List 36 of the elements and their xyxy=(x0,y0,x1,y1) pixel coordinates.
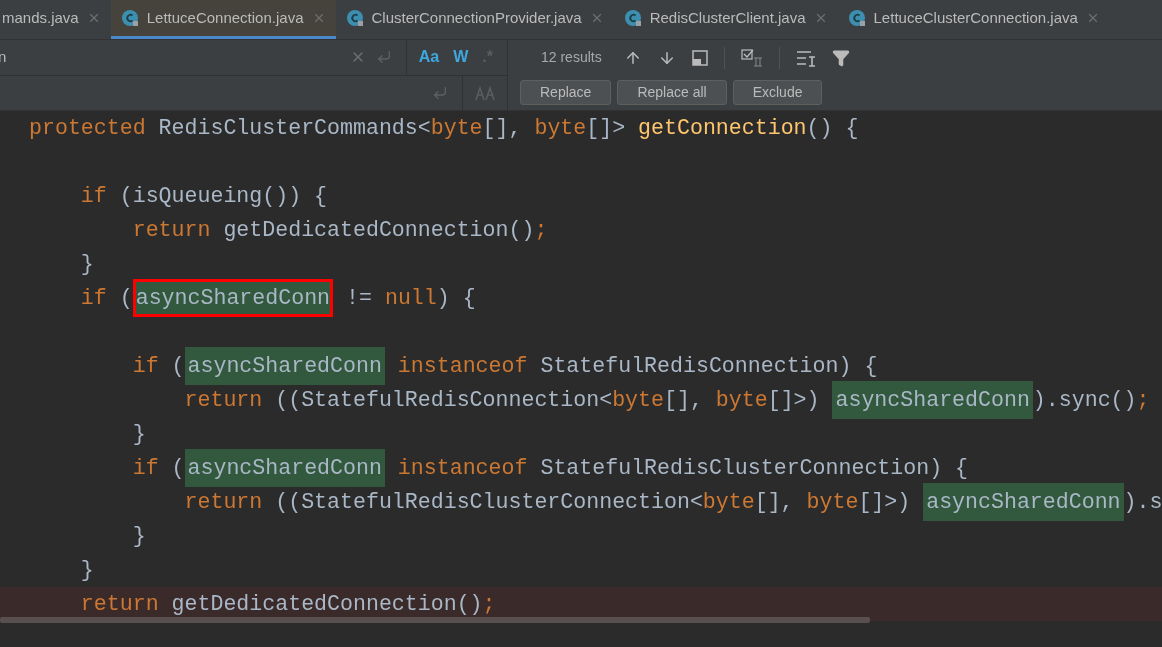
code-line: return ((StatefulRedisClusterConnection<byte[], byte[]>) asyncSharedConn).s xyxy=(0,485,1162,519)
search-option-toggle[interactable]: W xyxy=(453,45,469,70)
replace-button[interactable]: Exclude xyxy=(732,80,823,106)
tab-label: LettuceConnection.java xyxy=(146,7,304,28)
tab-label: mands.java xyxy=(2,7,79,28)
code-line: if (asyncSharedConn != null) { xyxy=(0,281,1162,315)
window-icon[interactable] xyxy=(691,49,708,66)
preserve-case-icon[interactable] xyxy=(475,84,495,101)
horizontal-scrollbar[interactable] xyxy=(0,617,870,623)
lines-icon[interactable] xyxy=(795,48,816,67)
replace-button[interactable]: Replace xyxy=(520,80,612,106)
select-all-icon[interactable] xyxy=(740,48,763,67)
code-line: protected RedisClusterCommands<byte[], byte[]> getConnection() { xyxy=(28,114,860,142)
code-line: if (isQueueing()) { xyxy=(79,182,329,210)
code-line: } xyxy=(131,420,147,448)
editor-tab[interactable]: ClusterConnectionProvider.java xyxy=(335,0,614,39)
tab-label: LettuceClusterConnection.java xyxy=(873,7,1078,28)
newline-icon[interactable] xyxy=(375,49,392,66)
code-line: } xyxy=(79,556,95,584)
code-line: } xyxy=(131,522,147,550)
tab-label: ClusterConnectionProvider.java xyxy=(371,7,582,28)
editor-tab[interactable]: LettuceClusterConnection.java xyxy=(837,0,1110,39)
editor-tab[interactable]: RedisClusterClient.java xyxy=(613,0,838,39)
newline-icon[interactable] xyxy=(432,84,448,101)
replace-button[interactable]: Replace all xyxy=(617,80,727,106)
code-line: return ((StatefulRedisConnection<byte[], byte[]>) asyncSharedConn).sync(); xyxy=(0,383,1162,417)
code-line: if (asyncSharedConn instanceof StatefulRedisConnection) { xyxy=(0,349,1162,383)
filter-icon[interactable] xyxy=(831,48,850,67)
editor-tab[interactable]: LettuceConnection.java xyxy=(110,0,336,39)
code-line: if (asyncSharedConn instanceof StatefulRedisClusterConnection) { xyxy=(0,451,1162,485)
tab-label: RedisClusterClient.java xyxy=(649,7,806,28)
code-line: } xyxy=(79,250,95,278)
editor-tab[interactable]: mands.java xyxy=(0,0,111,39)
code-line: return getDedicatedConnection(); xyxy=(131,216,549,244)
results-count: 12 results xyxy=(541,48,602,68)
search-option-toggle[interactable]: Aa xyxy=(418,45,440,70)
